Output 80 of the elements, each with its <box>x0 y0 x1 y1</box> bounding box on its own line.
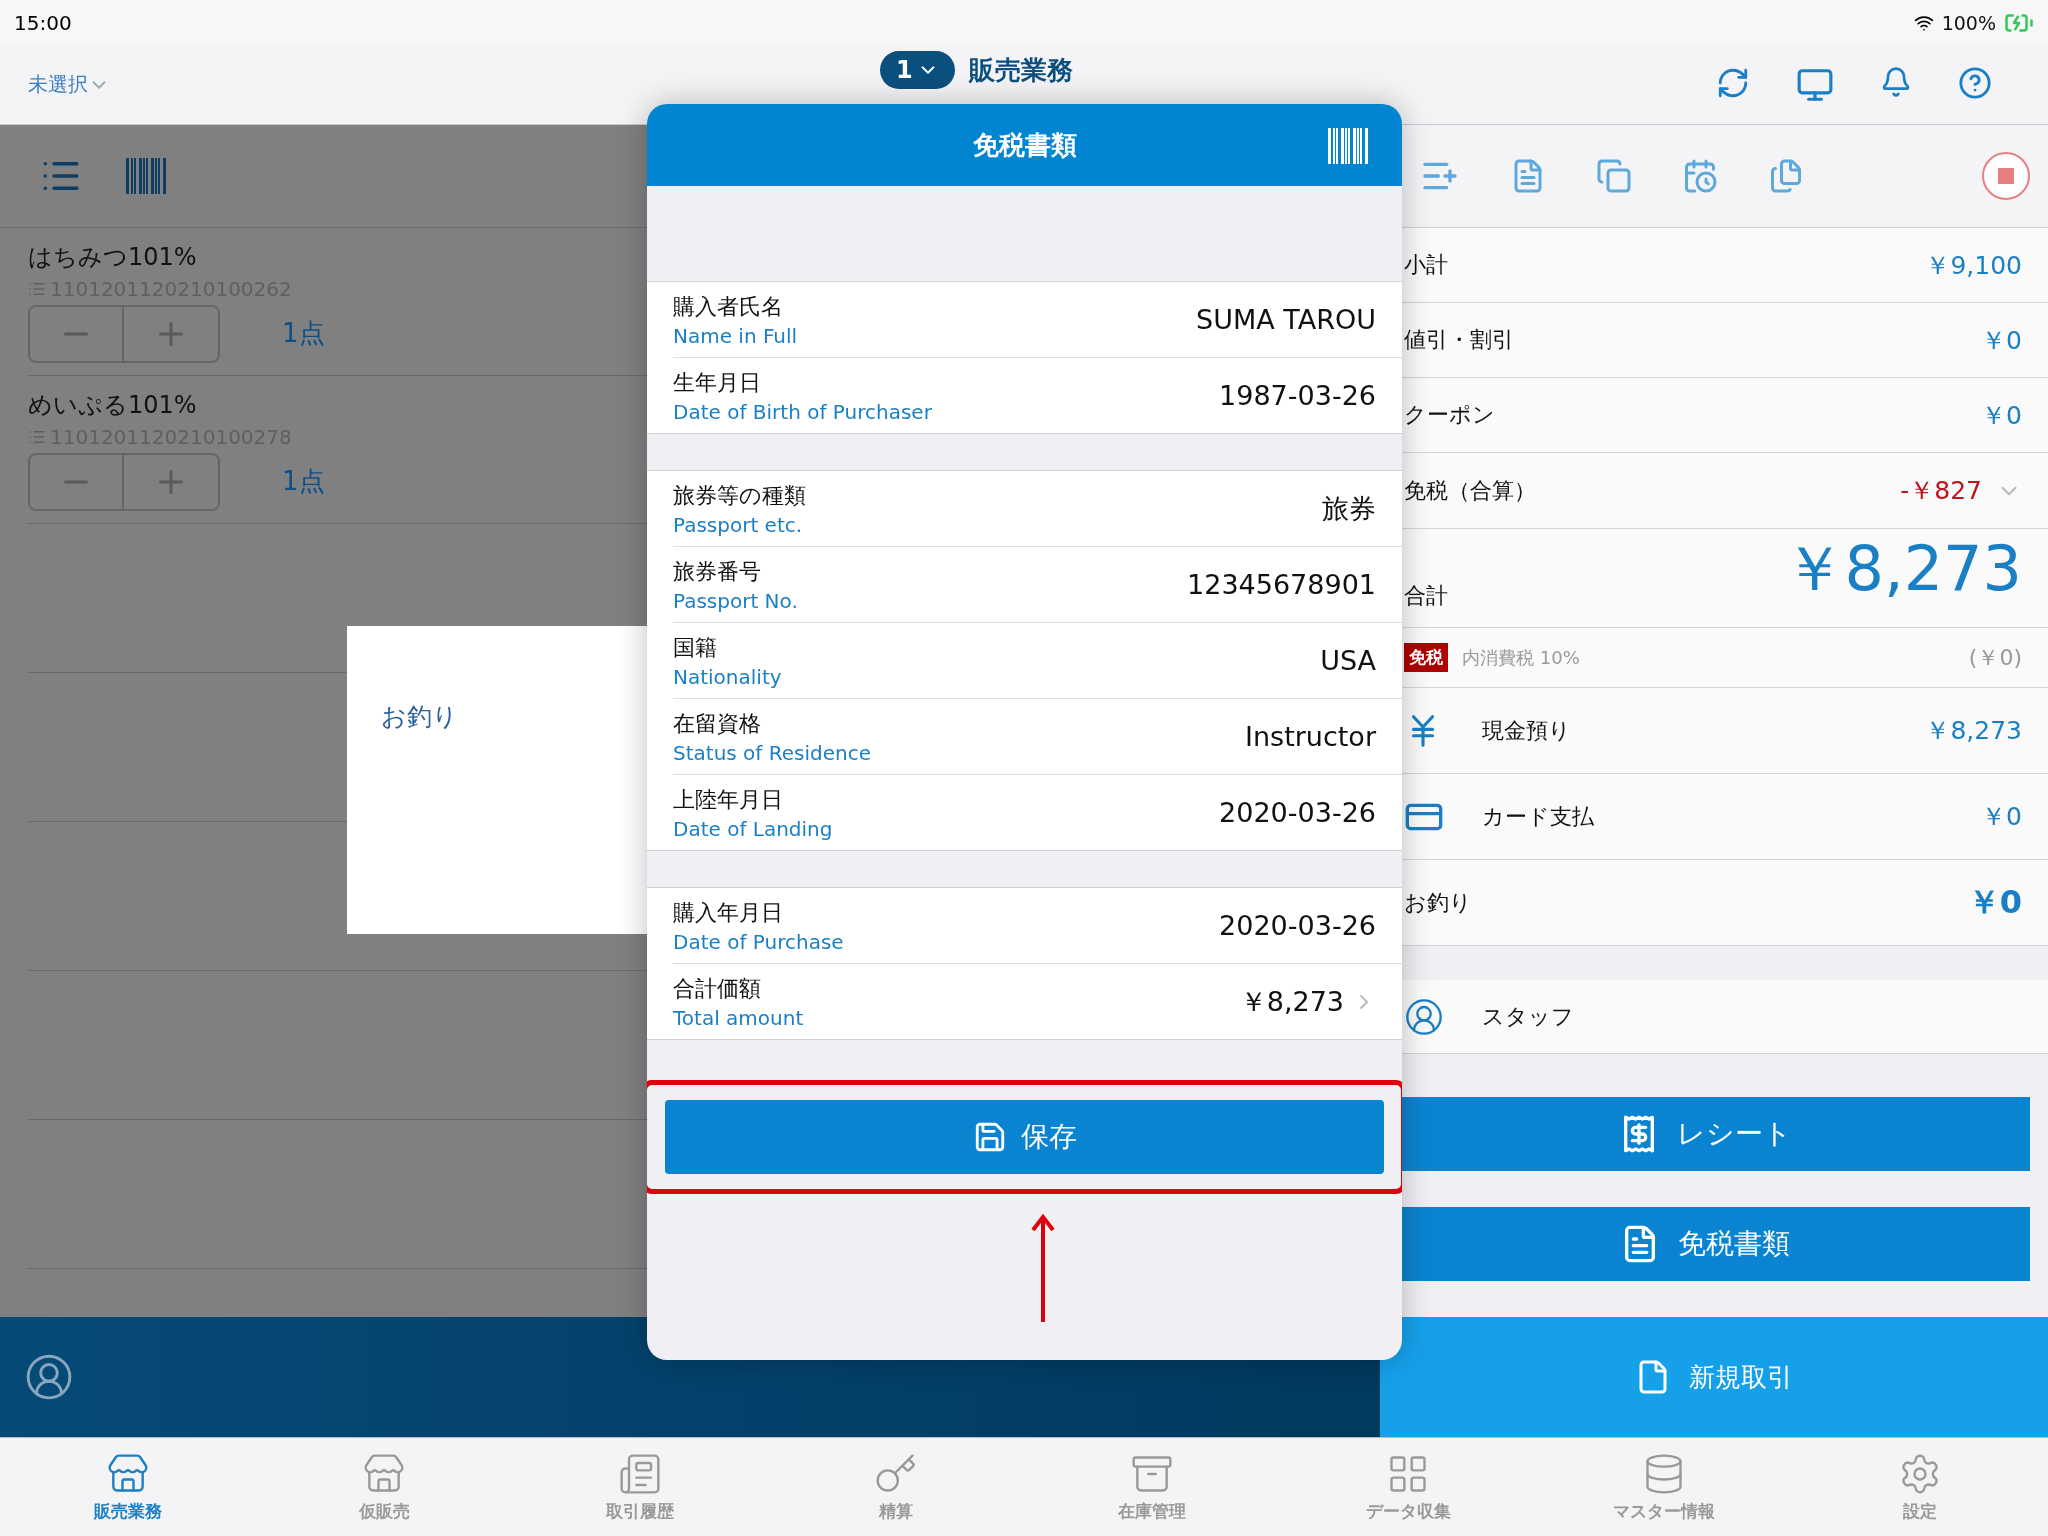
field-label: 在留資格 <box>673 709 762 738</box>
tab[interactable]: データ収集 <box>1280 1438 1536 1536</box>
field-label: 旅券番号 <box>673 557 762 586</box>
field-value: ￥8,273 <box>1239 984 1344 1019</box>
field-label-english: Passport etc. <box>673 512 804 537</box>
field-label-english: Status of Residence <box>673 740 871 765</box>
battery-percent: 100% <box>1941 11 1996 34</box>
field-label: 購入年月日 <box>673 898 784 927</box>
summary-amount: ￥0 <box>1981 324 2022 357</box>
field-label-english: Nationality <box>673 664 782 689</box>
save-button[interactable]: 保存 <box>665 1100 1384 1174</box>
bell-icon[interactable] <box>1880 65 1912 98</box>
tax-amount: (￥0) <box>1968 643 2022 672</box>
user-icon[interactable] <box>24 1352 74 1402</box>
field-label-english: Name in Full <box>673 323 798 348</box>
summary-label: 現金預り <box>1482 716 1571 745</box>
tab[interactable]: マスター情報 <box>1536 1438 1792 1536</box>
tax-free-badge: 免税 <box>1404 643 1448 672</box>
field-value: 2020-03-26 <box>1219 910 1376 941</box>
field-value: SUMA TAROU <box>1196 304 1376 335</box>
field-value: 旅券 <box>1322 491 1376 526</box>
summary-amount: ￥0 <box>1981 399 2022 432</box>
change-amount: ￥0 <box>1967 881 2022 923</box>
field-label: 購入者氏名 <box>673 292 784 321</box>
register-selector[interactable]: 1 <box>880 51 955 89</box>
tab[interactable]: 設定 <box>1792 1438 2048 1536</box>
tab[interactable]: 取引履歴 <box>512 1438 768 1536</box>
newspaper-icon[interactable] <box>618 1451 662 1496</box>
summary-label: カード支払 <box>1482 802 1594 831</box>
status-time: 15:00 <box>14 10 72 35</box>
barcode-icon[interactable] <box>1328 128 1370 164</box>
tax-note: 内消費税 10% <box>1462 645 1580 670</box>
summary-label: クーポン <box>1404 401 1495 429</box>
summary-label: 小計 <box>1404 251 1448 279</box>
summary-amount: ￥9,100 <box>1925 249 2022 282</box>
quantity-stepper[interactable] <box>28 304 220 363</box>
tab[interactable]: 在庫管理 <box>1024 1438 1280 1536</box>
tab[interactable]: 精算 <box>768 1438 1024 1536</box>
item-quantity: 1点 <box>282 465 325 498</box>
field-label-english: Date of Birth of Purchaser <box>673 399 932 424</box>
item-name: はちみつ101% <box>28 241 197 273</box>
field-value: Instructor <box>1245 721 1376 752</box>
tab[interactable]: 仮販売 <box>256 1438 512 1536</box>
tab[interactable]: 販売業務 <box>0 1438 256 1536</box>
summary-label: お釣り <box>1404 888 1472 917</box>
field-label-english: Total amount <box>673 1005 804 1030</box>
item-quantity: 1点 <box>282 317 325 350</box>
files-icon[interactable] <box>1768 158 1804 194</box>
field-label: 国籍 <box>673 633 718 662</box>
field-value: 1987-03-26 <box>1219 380 1376 411</box>
exemption-amount: -￥827 <box>1900 475 1982 507</box>
store-selector[interactable]: 未選択 <box>28 71 88 98</box>
dialog-title: 免税書類 <box>972 128 1077 162</box>
card-amount: ￥0 <box>1981 801 2022 833</box>
field-label-english: Date of Purchase <box>673 929 844 954</box>
field-value: 12345678901 <box>1187 569 1376 600</box>
item-name: めいぷる101% <box>28 389 197 421</box>
field-label-english: Date of Landing <box>673 816 833 841</box>
staff-label[interactable]: スタッフ <box>1482 1001 1574 1032</box>
screen-title: 販売業務 <box>968 53 1073 87</box>
staff-icon <box>1404 996 1444 1037</box>
total-amount: ￥8,273 <box>1782 531 2022 607</box>
copy-icon[interactable] <box>1596 158 1632 194</box>
field-label: 生年月日 <box>673 368 762 397</box>
change-label: お釣り <box>381 701 458 733</box>
summary-label: 値引・割引 <box>1404 326 1514 354</box>
barcode-icon[interactable] <box>126 158 168 194</box>
field-label: 上陸年月日 <box>673 785 784 814</box>
stop-button[interactable] <box>1982 152 2030 200</box>
field-value: 2020-03-26 <box>1219 797 1376 828</box>
cash-amount: ￥8,273 <box>1925 715 2022 747</box>
field-label: 合計価額 <box>673 974 762 1003</box>
field-label: 旅券等の種類 <box>673 481 806 510</box>
field-label-english: Passport No. <box>673 588 798 613</box>
quantity-stepper[interactable] <box>28 452 220 511</box>
summary-label: 免税（合算） <box>1404 476 1536 505</box>
help-icon[interactable] <box>1958 65 1992 100</box>
field-value: USA <box>1320 645 1376 676</box>
summary-label: 合計 <box>1404 582 1448 610</box>
new-transaction-button[interactable]: 新規取引 <box>1380 1317 2048 1437</box>
